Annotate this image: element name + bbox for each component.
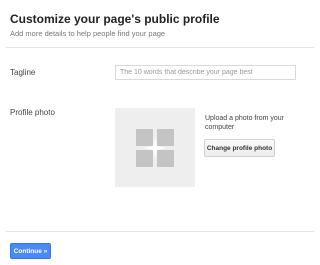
footer-divider [6, 231, 314, 232]
tagline-input[interactable] [115, 65, 296, 80]
profile-photo-placeholder [115, 108, 195, 187]
header-divider [6, 47, 314, 48]
profile-photo-label: Profile photo [10, 108, 55, 117]
page-title: Customize your page's public profile [10, 12, 220, 26]
upload-photo-text: Upload a photo from your computer [205, 115, 284, 131]
page-subtitle: Add more details to help people find you… [10, 29, 166, 38]
continue-button[interactable]: Continue » [10, 243, 51, 259]
tagline-label: Tagline [10, 68, 36, 77]
change-profile-photo-button[interactable]: Change profile photo [204, 139, 275, 157]
photo-placeholder-icon [136, 129, 174, 167]
page-header: Customize your page's public profile Add… [10, 12, 310, 39]
